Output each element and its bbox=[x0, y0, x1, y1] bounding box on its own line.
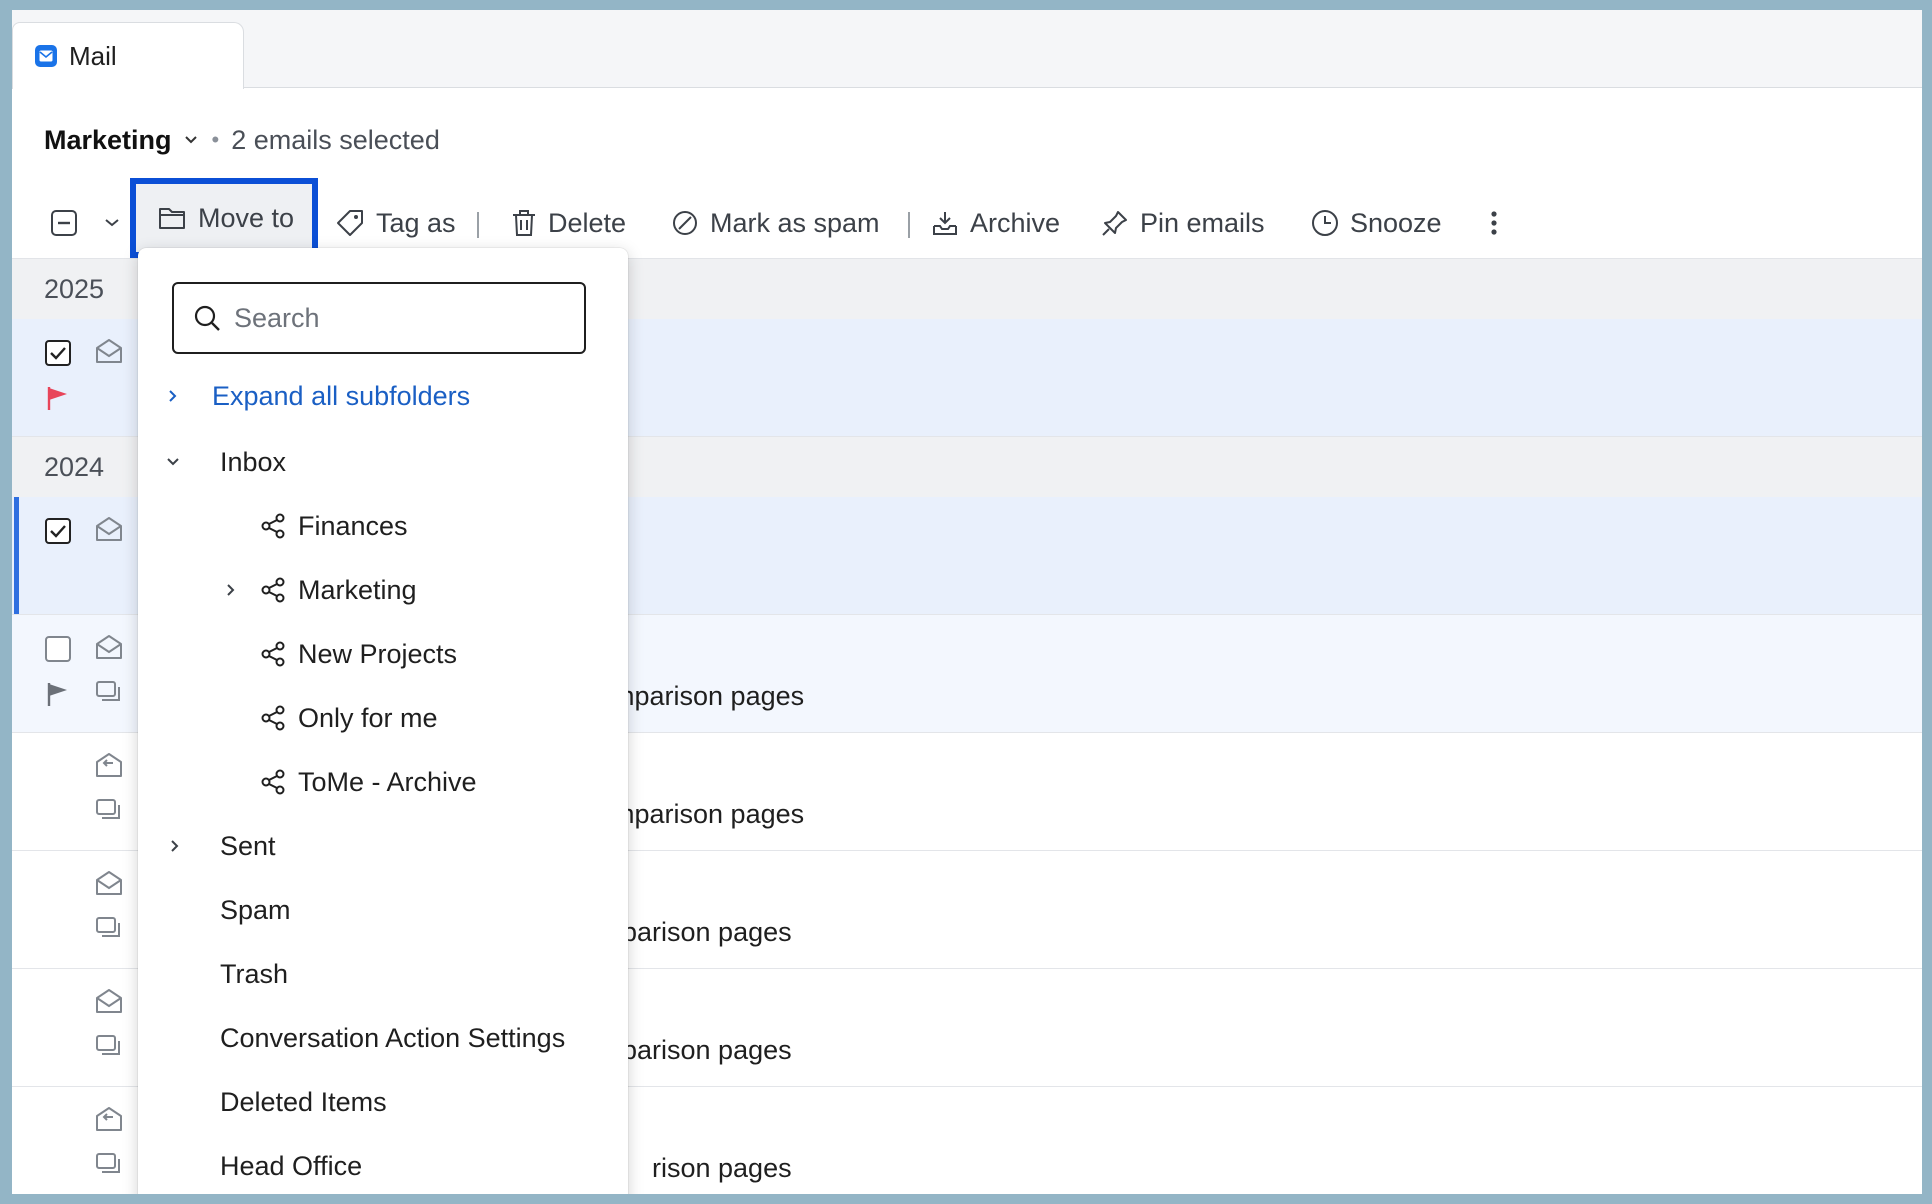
flag-icon[interactable] bbox=[46, 681, 70, 707]
mark-as-spam-label: Mark as spam bbox=[710, 207, 880, 238]
shared-folder-icon bbox=[260, 513, 286, 539]
opened-envelope-icon bbox=[94, 987, 124, 1015]
expand-all-label: Expand all subfolders bbox=[212, 380, 471, 411]
folder-header: Marketing • 2 emails selected bbox=[44, 118, 440, 162]
mail-app-window: Mail Marketing • 2 emails selected Tag a… bbox=[12, 10, 1922, 1194]
folder-icon bbox=[159, 208, 185, 229]
tag-as-label: Tag as bbox=[376, 207, 456, 238]
move-to-dropdown: Expand all subfolders Inbox Finances Mar… bbox=[138, 248, 628, 1194]
more-options-icon[interactable] bbox=[1490, 188, 1508, 258]
reply-envelope-icon bbox=[94, 1105, 124, 1133]
mark-as-spam-button[interactable]: Mark as spam bbox=[670, 188, 880, 258]
toolbar-divider bbox=[477, 212, 479, 238]
folder-item-inbox[interactable]: Inbox bbox=[138, 436, 628, 488]
group-label: 2025 bbox=[44, 273, 105, 304]
tab-mail[interactable]: Mail bbox=[12, 22, 244, 89]
move-to-button[interactable]: Move to bbox=[130, 178, 318, 258]
select-all-checkbox[interactable] bbox=[50, 188, 88, 258]
folder-label: Deleted Items bbox=[220, 1086, 387, 1117]
subject-text: parison pages bbox=[622, 1035, 792, 1065]
checkbox-icon[interactable] bbox=[44, 635, 72, 663]
snooze-label: Snooze bbox=[1350, 207, 1442, 238]
clock-icon bbox=[1312, 210, 1338, 236]
search-icon bbox=[194, 305, 220, 331]
selected-count: 2 emails selected bbox=[231, 124, 440, 155]
mail-app-icon bbox=[35, 45, 57, 67]
chevron-down-icon[interactable] bbox=[184, 135, 198, 145]
folder-item-deleted-items[interactable]: Deleted Items bbox=[138, 1076, 628, 1128]
pin-emails-label: Pin emails bbox=[1140, 207, 1265, 238]
conversation-icon bbox=[94, 797, 124, 825]
trash-icon bbox=[513, 210, 535, 236]
folder-label: Finances bbox=[298, 510, 408, 541]
move-to-label: Move to bbox=[198, 202, 295, 233]
reply-envelope-icon bbox=[94, 751, 124, 779]
archive-label: Archive bbox=[970, 207, 1061, 238]
chevron-right-icon[interactable] bbox=[170, 839, 180, 853]
opened-envelope-icon bbox=[94, 869, 124, 897]
pin-icon bbox=[1102, 211, 1127, 236]
conversation-icon bbox=[94, 915, 124, 943]
toolbar-divider bbox=[908, 212, 910, 238]
conversation-icon bbox=[94, 679, 124, 707]
folder-label: Conversation Action Settings bbox=[220, 1022, 566, 1053]
shared-folder-icon bbox=[260, 577, 286, 603]
snooze-button[interactable]: Snooze bbox=[1310, 188, 1442, 258]
conversation-icon bbox=[94, 1033, 124, 1061]
folder-label: Only for me bbox=[298, 702, 438, 733]
flag-red-icon[interactable] bbox=[46, 385, 70, 411]
pin-emails-button[interactable]: Pin emails bbox=[1100, 188, 1265, 258]
tab-mail-label: Mail bbox=[69, 40, 117, 71]
folder-item-sent[interactable]: Sent bbox=[138, 820, 628, 872]
shared-folder-icon bbox=[260, 769, 286, 795]
folder-item-only-for-me[interactable]: Only for me bbox=[138, 692, 628, 744]
delete-label: Delete bbox=[548, 207, 627, 238]
archive-button[interactable]: Archive bbox=[930, 188, 1060, 258]
group-label: 2024 bbox=[44, 451, 105, 482]
chevron-right-icon[interactable] bbox=[226, 583, 236, 597]
folder-label: Inbox bbox=[220, 446, 287, 477]
partial-select-icon bbox=[51, 210, 77, 236]
tag-icon bbox=[337, 210, 363, 236]
folder-item-trash[interactable]: Trash bbox=[138, 948, 628, 1000]
checked-checkbox-icon[interactable] bbox=[44, 339, 72, 367]
tab-strip: Mail bbox=[12, 10, 1922, 89]
folder-search-box[interactable] bbox=[172, 282, 586, 354]
opened-envelope-icon bbox=[94, 515, 124, 543]
folder-item-conversation-action-settings[interactable]: Conversation Action Settings bbox=[138, 1012, 628, 1064]
header-separator: • bbox=[211, 127, 220, 152]
checked-checkbox-icon[interactable] bbox=[44, 517, 72, 545]
expand-all-subfolders[interactable]: Expand all subfolders bbox=[138, 370, 628, 422]
folder-item-marketing[interactable]: Marketing bbox=[138, 564, 628, 616]
folder-title[interactable]: Marketing bbox=[44, 125, 172, 156]
subject-text: mparison pages bbox=[612, 799, 805, 829]
subject-text: mparison pages bbox=[612, 681, 805, 711]
opened-envelope-icon bbox=[94, 337, 124, 365]
folder-label: Marketing bbox=[298, 574, 417, 605]
folder-label: Head Office bbox=[220, 1150, 363, 1181]
folder-search-input[interactable] bbox=[234, 302, 574, 334]
shared-folder-icon bbox=[260, 641, 286, 667]
folder-item-spam[interactable]: Spam bbox=[138, 884, 628, 936]
select-options-chevron-icon[interactable] bbox=[104, 188, 130, 258]
folder-label: ToMe - Archive bbox=[298, 766, 477, 797]
conversation-icon bbox=[94, 1151, 124, 1179]
archive-icon bbox=[933, 212, 957, 235]
folder-label: Spam bbox=[220, 894, 291, 925]
chevron-right-icon bbox=[168, 389, 178, 403]
folder-item-finances[interactable]: Finances bbox=[138, 500, 628, 552]
shared-folder-icon bbox=[260, 705, 286, 731]
folder-item-head-office[interactable]: Head Office bbox=[138, 1140, 628, 1192]
folder-item-tome-archive[interactable]: ToMe - Archive bbox=[138, 756, 628, 808]
spam-icon bbox=[673, 211, 697, 235]
subject-text: rison pages bbox=[652, 1153, 792, 1183]
folder-label: New Projects bbox=[298, 638, 458, 669]
chevron-down-icon[interactable] bbox=[166, 457, 180, 467]
folder-label: Sent bbox=[220, 830, 276, 861]
folder-item-new-projects[interactable]: New Projects bbox=[138, 628, 628, 680]
folder-label: Trash bbox=[220, 958, 289, 989]
opened-envelope-icon bbox=[94, 633, 124, 661]
subject-text: parison pages bbox=[622, 917, 792, 947]
